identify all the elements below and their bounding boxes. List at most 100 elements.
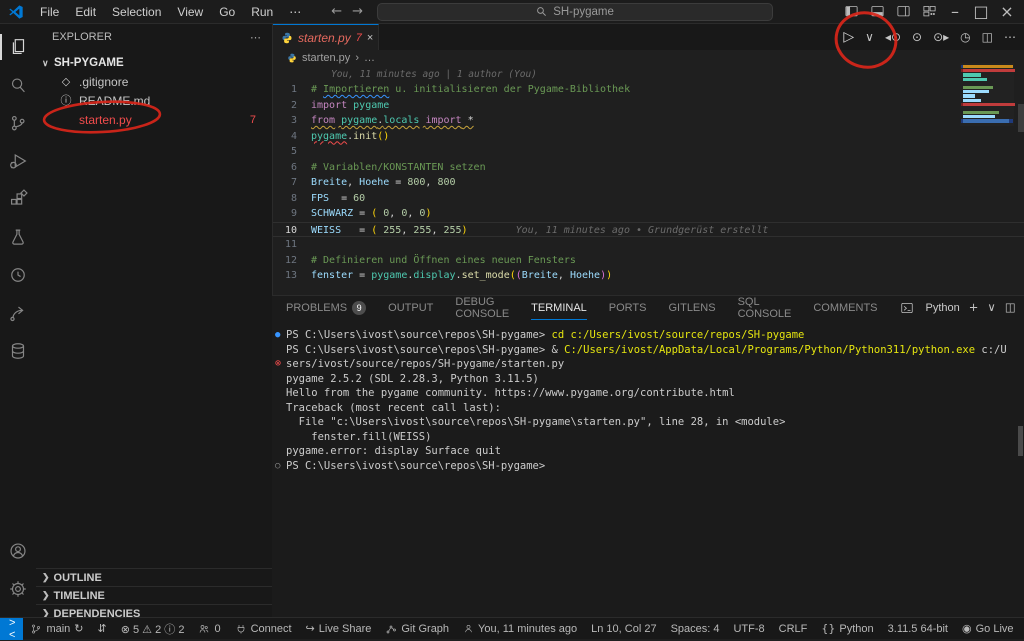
activity-live-share[interactable] (0, 294, 36, 332)
sidebar-more-icon[interactable]: ⋯ (250, 31, 262, 44)
run-debug-icon (7, 150, 29, 172)
run-button[interactable]: ▷ (843, 30, 854, 44)
panel-tab-sql-console[interactable]: SQL CONSOLE (738, 296, 792, 320)
nav-forward-icon[interactable]: → (352, 5, 363, 18)
activity-explorer[interactable] (0, 28, 36, 66)
code-line-6[interactable]: 6# Variablen/KONSTANTEN setzen (273, 160, 1024, 176)
broadcast-icon: ◉ (962, 623, 972, 634)
command-center-search[interactable]: SH-pygame (377, 3, 773, 21)
menu-file[interactable]: File (32, 5, 67, 19)
activity-gitlens[interactable] (0, 256, 36, 294)
file-README-md[interactable]: ⓘREADME.md (36, 91, 272, 110)
split-icon[interactable]: ◫ (982, 31, 993, 43)
chevron-down-icon[interactable]: ∨ (987, 302, 995, 314)
activity-testing[interactable] (0, 218, 36, 256)
line-number: 5 (273, 144, 311, 160)
history-icon[interactable]: ◷ (960, 31, 970, 43)
remote-indicator[interactable]: >< (0, 618, 23, 640)
code-line-11[interactable]: 11 (273, 237, 1024, 253)
code-line-9[interactable]: 9SCHWARZ = ( 0, 0, 0) (273, 206, 1024, 222)
panel-tab-gitlens[interactable]: GITLENS (668, 296, 715, 320)
terminal-box-icon[interactable] (900, 301, 914, 315)
section-outline[interactable]: ❯OUTLINE (36, 568, 272, 586)
status-go-live[interactable]: ◉Go Live (955, 618, 1021, 640)
menu-go[interactable]: Go (211, 5, 243, 19)
status-liveshare-participants[interactable]: 0 (191, 618, 227, 640)
status-git-graph[interactable]: Git Graph (378, 618, 456, 640)
code-line-8[interactable]: 8FPS = 60 (273, 191, 1024, 207)
layout-panel-icon[interactable] (866, 3, 888, 21)
menu-view[interactable]: View (169, 5, 211, 19)
next-change-icon[interactable]: ⊙▸ (933, 31, 949, 43)
plus-icon[interactable]: + (969, 302, 979, 314)
status-branch-compare[interactable]: ⇵ (91, 618, 114, 640)
prev-change-icon[interactable]: ◂⊙ (885, 31, 901, 43)
file-name: .gitignore (79, 75, 128, 89)
panel-tab-ports[interactable]: PORTS (609, 296, 647, 320)
activity-database[interactable] (0, 332, 36, 370)
layout-grid-icon[interactable] (918, 3, 940, 21)
code-line-10[interactable]: 10WEISS = ( 255, 255, 255)You, 11 minute… (273, 222, 1024, 238)
menu-edit[interactable]: Edit (67, 5, 104, 19)
activity-run-debug[interactable] (0, 142, 36, 180)
status-gitlens-blame[interactable]: You, 11 minutes ago (456, 618, 584, 640)
tree-root-folder[interactable]: ∨SH-PYGAME (36, 54, 272, 72)
chevron-down-icon[interactable]: ∨ (865, 31, 874, 43)
breadcrumb[interactable]: starten.py › … (273, 50, 1024, 65)
file-starten-py[interactable]: starten.py7 (36, 110, 272, 129)
status-python-version[interactable]: 3.11.5 64-bit (881, 618, 955, 640)
minimap[interactable] (960, 63, 1014, 126)
status-live-share[interactable]: ↪Live Share (299, 618, 379, 640)
layout-sidebar-left-icon[interactable] (840, 3, 862, 21)
menu-selection[interactable]: Selection (104, 5, 169, 19)
close-icon[interactable]: × (996, 3, 1018, 21)
section-timeline[interactable]: ❯TIMELINE (36, 586, 272, 604)
changes-icon[interactable]: ⊙ (912, 31, 922, 43)
tab-close-icon[interactable]: × (367, 32, 373, 44)
code-line-4[interactable]: 4pygame.init() (273, 129, 1024, 145)
editor-scrollbar-thumb[interactable] (1018, 104, 1024, 132)
menu-run[interactable]: Run (243, 5, 281, 19)
status-problems-summary[interactable]: ⊗ 5 ⚠ 2 ⓘ 2 (114, 618, 192, 640)
status-cursor-position[interactable]: Ln 10, Col 27 (584, 618, 663, 640)
activity-extensions[interactable] (0, 180, 36, 218)
minimize-icon[interactable]: – (944, 3, 966, 21)
status-sql-connect[interactable]: Connect (228, 618, 299, 640)
more-icon[interactable]: ⋯ (1004, 31, 1016, 43)
code-line-2[interactable]: 2import pygame (273, 98, 1024, 114)
nav-back-icon[interactable]: ← (331, 5, 342, 18)
code-editor[interactable]: You, 11 minutes ago | 1 author (You) 1# … (273, 65, 1024, 284)
terminal-scrollbar-thumb[interactable] (1018, 426, 1023, 456)
status-indentation[interactable]: Spaces: 4 (664, 618, 727, 640)
terminal-profile-label[interactable]: Python (926, 302, 960, 314)
code-line-5[interactable]: 5 (273, 144, 1024, 160)
split-icon[interactable]: ◫ (1005, 302, 1016, 314)
code-line-7[interactable]: 7Breite, Hoehe = 800, 800 (273, 175, 1024, 191)
panel-tab-comments[interactable]: COMMENTS (813, 296, 877, 320)
minimap-line (961, 73, 1013, 76)
maximize-icon[interactable]: □ (970, 3, 992, 21)
status-git-branch[interactable]: main↻ (23, 618, 90, 640)
minimap-line (961, 115, 1013, 118)
activity-account[interactable] (0, 532, 36, 570)
status-quokka[interactable]: ◆Quokka (1021, 618, 1024, 640)
status-eol[interactable]: CRLF (772, 618, 815, 640)
layout-sidebar-right-icon[interactable] (892, 3, 914, 21)
code-line-12[interactable]: 12# Definieren und Öffnen eines neuen Fe… (273, 253, 1024, 269)
file--gitignore[interactable]: ◇.gitignore (36, 72, 272, 91)
activity-search[interactable] (0, 66, 36, 104)
status-language-mode[interactable]: {}Python (814, 618, 880, 640)
activity-source-control[interactable] (0, 104, 36, 142)
code-line-3[interactable]: 3from pygame.locals import * (273, 113, 1024, 129)
panel-tab-debug-console[interactable]: DEBUG CONSOLE (455, 296, 509, 320)
activity-settings[interactable] (0, 570, 36, 608)
code-line-1[interactable]: 1# Importieren u. initialisieren der Pyg… (273, 82, 1024, 98)
tab-starten-py[interactable]: starten.py 7 × (273, 24, 379, 50)
code-line-13[interactable]: 13fenster = pygame.display.set_mode((Bre… (273, 268, 1024, 284)
panel-tab-problems[interactable]: PROBLEMS9 (286, 296, 366, 320)
panel-tab-terminal[interactable]: TERMINAL (531, 296, 587, 320)
menu-[interactable]: ⋯ (281, 5, 309, 19)
status-encoding[interactable]: UTF-8 (726, 618, 771, 640)
terminal[interactable]: ●PS C:\Users\ivost\source\repos\SH-pygam… (272, 320, 1024, 473)
panel-tab-output[interactable]: OUTPUT (388, 296, 433, 320)
